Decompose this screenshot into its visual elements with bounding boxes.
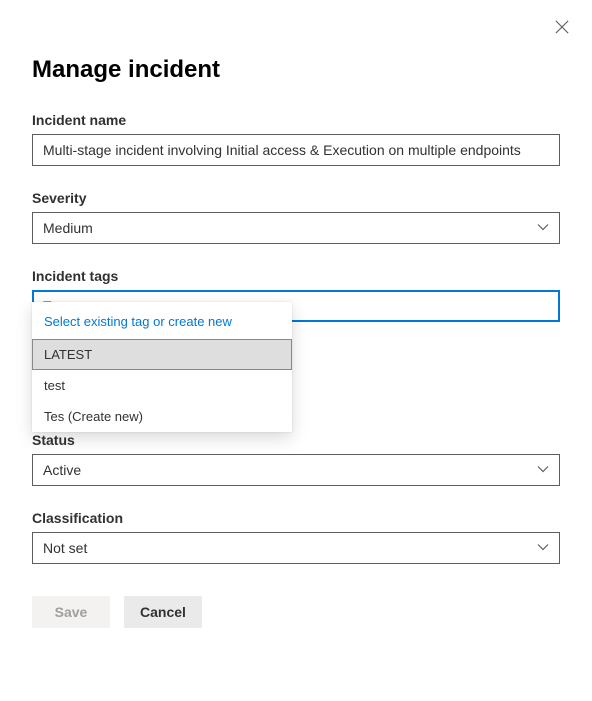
tag-option[interactable]: Tes (Create new): [32, 401, 292, 432]
tags-suggestions-prompt: Select existing tag or create new: [32, 302, 292, 339]
close-icon: [555, 20, 569, 37]
classification-label: Classification: [32, 510, 560, 526]
chevron-down-icon: [537, 540, 549, 556]
severity-dropdown[interactable]: Medium: [32, 212, 560, 244]
manage-incident-panel: Manage incident Incident name Severity M…: [0, 0, 592, 660]
incident-name-label: Incident name: [32, 112, 560, 128]
classification-value: Not set: [43, 540, 87, 556]
field-classification: Classification Not set: [32, 510, 560, 564]
chevron-down-icon: [537, 220, 549, 236]
button-row: Save Cancel: [32, 596, 560, 628]
status-dropdown[interactable]: Active: [32, 454, 560, 486]
field-incident-name: Incident name: [32, 112, 560, 166]
chevron-down-icon: [537, 462, 549, 478]
tag-option[interactable]: test: [32, 370, 292, 401]
tag-option[interactable]: LATEST: [32, 339, 292, 370]
close-button[interactable]: [552, 18, 572, 38]
cancel-button[interactable]: Cancel: [124, 596, 202, 628]
severity-label: Severity: [32, 190, 560, 206]
severity-value: Medium: [43, 220, 93, 236]
field-severity: Severity Medium: [32, 190, 560, 244]
tags-suggestions-callout: Select existing tag or create new LATEST…: [32, 302, 292, 432]
incident-name-input[interactable]: [32, 134, 560, 166]
field-incident-tags: Incident tags Select existing tag or cre…: [32, 268, 560, 322]
status-label: Status: [32, 432, 560, 448]
save-button[interactable]: Save: [32, 596, 110, 628]
field-status: Status Active: [32, 432, 560, 486]
classification-dropdown[interactable]: Not set: [32, 532, 560, 564]
panel-title: Manage incident: [32, 56, 560, 84]
incident-tags-label: Incident tags: [32, 268, 560, 284]
status-value: Active: [43, 462, 81, 478]
